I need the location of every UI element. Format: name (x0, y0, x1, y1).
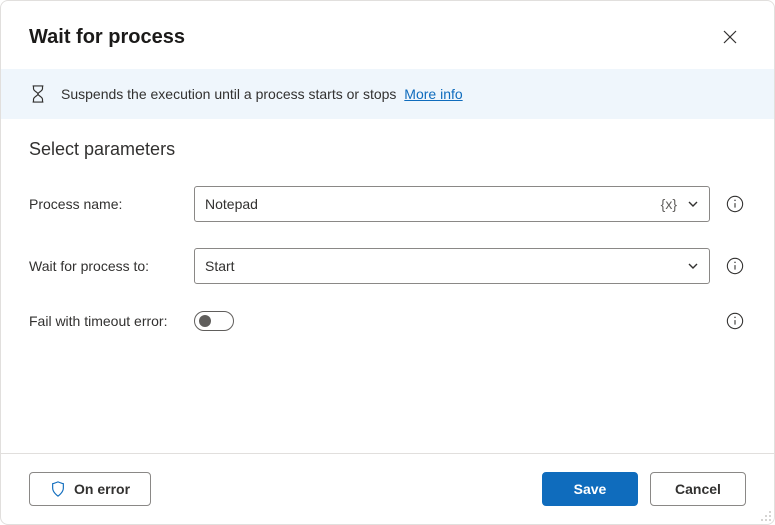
row-wait-for: Wait for process to: Start (29, 248, 746, 284)
info-icon (726, 195, 744, 213)
resize-grip-icon[interactable] (760, 510, 772, 522)
variable-token-icon[interactable]: {x} (661, 196, 677, 212)
fail-timeout-toggle[interactable] (194, 311, 234, 331)
save-button[interactable]: Save (542, 472, 638, 506)
row-process-name: Process name: Notepad {x} (29, 186, 746, 222)
info-banner: Suspends the execution until a process s… (1, 69, 774, 119)
cancel-label: Cancel (675, 481, 721, 497)
toggle-knob (199, 315, 211, 327)
close-icon (723, 30, 737, 44)
dialog-wait-for-process: Wait for process Suspends the execution … (0, 0, 775, 525)
cancel-button[interactable]: Cancel (650, 472, 746, 506)
info-icon (726, 312, 744, 330)
fail-timeout-info-button[interactable] (724, 310, 746, 332)
fail-timeout-label: Fail with timeout error: (29, 313, 194, 329)
wait-for-label: Wait for process to: (29, 258, 194, 274)
save-label: Save (574, 481, 607, 497)
wait-for-info-button[interactable] (724, 255, 746, 277)
process-name-info-button[interactable] (724, 193, 746, 215)
info-icon (726, 257, 744, 275)
dialog-header: Wait for process (1, 1, 774, 69)
process-name-combo[interactable]: Notepad {x} (194, 186, 710, 222)
dialog-body: Select parameters Process name: Notepad … (1, 119, 774, 453)
chevron-down-icon (687, 198, 699, 210)
hourglass-icon (29, 85, 47, 103)
section-title: Select parameters (29, 139, 746, 160)
shield-icon (50, 481, 66, 497)
info-banner-text: Suspends the execution until a process s… (61, 86, 396, 102)
chevron-down-icon (687, 260, 699, 272)
wait-for-value: Start (205, 258, 687, 274)
row-fail-timeout: Fail with timeout error: (29, 310, 746, 332)
process-name-label: Process name: (29, 196, 194, 212)
more-info-link[interactable]: More info (404, 86, 462, 102)
process-name-value: Notepad (205, 196, 661, 212)
dialog-footer: On error Save Cancel (1, 453, 774, 524)
on-error-label: On error (74, 481, 130, 497)
dialog-title: Wait for process (29, 26, 185, 49)
footer-right: Save Cancel (542, 472, 746, 506)
on-error-button[interactable]: On error (29, 472, 151, 506)
wait-for-combo[interactable]: Start (194, 248, 710, 284)
info-banner-content: Suspends the execution until a process s… (61, 86, 463, 102)
close-button[interactable] (714, 21, 746, 53)
